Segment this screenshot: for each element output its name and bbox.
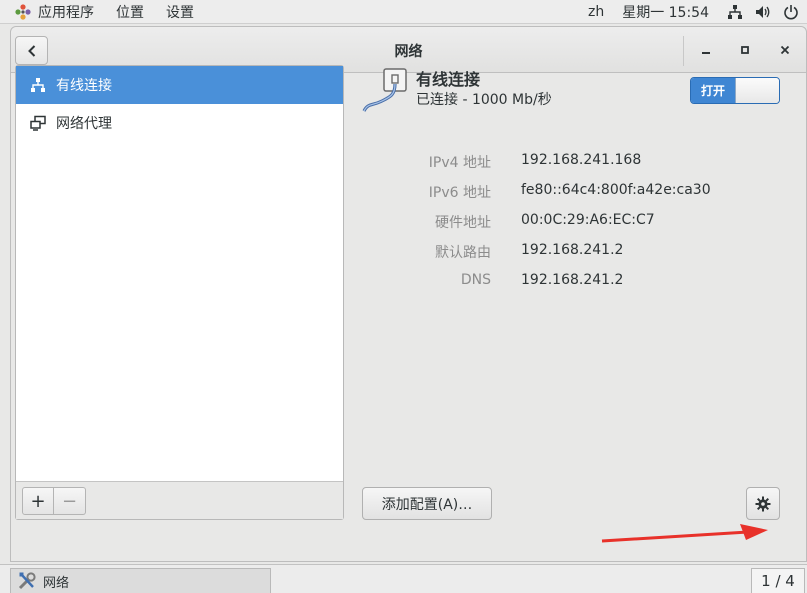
connection-settings-button[interactable] bbox=[746, 487, 780, 520]
remove-device-button[interactable]: − bbox=[54, 487, 86, 515]
property-value: 192.168.241.168 bbox=[521, 152, 642, 168]
minimize-button[interactable] bbox=[695, 39, 717, 61]
connection-title: 有线连接 bbox=[416, 70, 481, 89]
power-icon[interactable] bbox=[783, 4, 799, 20]
window-title: 网络 bbox=[394, 44, 423, 60]
header-separator bbox=[683, 36, 684, 66]
property-key: 默认路由 bbox=[435, 245, 491, 261]
places-menu[interactable]: 位置 bbox=[106, 2, 156, 22]
minimize-icon bbox=[702, 52, 710, 54]
property-value: fe80::64c4:800f:a42e:ca30 bbox=[521, 182, 711, 198]
device-list-toolbar: + − bbox=[16, 481, 343, 519]
system-tray: zh 星期一 15:54 bbox=[588, 0, 807, 24]
property-row-ipv6: IPv6 地址 fe80::64c4:800f:a42e:ca30 bbox=[380, 182, 800, 202]
window-list-bar: 网络 1 / 4 bbox=[0, 564, 807, 593]
network-device-list: 有线连接 网络代理 + − bbox=[15, 65, 344, 520]
sidebar-item-label: 网络代理 bbox=[56, 116, 112, 132]
add-device-button[interactable]: + bbox=[22, 487, 54, 515]
maximize-button[interactable] bbox=[734, 39, 756, 61]
sidebar-item-label: 有线连接 bbox=[56, 78, 112, 94]
taskbar-item-network[interactable]: 网络 bbox=[10, 568, 271, 593]
property-row-dns: DNS 192.168.241.2 bbox=[380, 272, 800, 292]
settings-tools-icon bbox=[18, 572, 36, 590]
property-value: 192.168.241.2 bbox=[521, 272, 624, 288]
volume-icon[interactable] bbox=[755, 4, 771, 20]
annotation-arrow bbox=[601, 524, 768, 543]
property-key: DNS bbox=[460, 272, 491, 288]
toggle-knob bbox=[735, 78, 779, 103]
input-method-indicator[interactable]: zh bbox=[588, 4, 604, 20]
close-button[interactable] bbox=[774, 39, 796, 61]
property-row-ipv4: IPv4 地址 192.168.241.168 bbox=[380, 152, 800, 172]
network-status-icon[interactable] bbox=[727, 4, 743, 20]
settings-menu[interactable]: 设置 bbox=[156, 2, 206, 22]
property-value: 00:0C:29:A6:EC:C7 bbox=[521, 212, 655, 228]
gear-icon bbox=[755, 496, 771, 511]
clock[interactable]: 星期一 15:54 bbox=[622, 2, 709, 22]
applications-icon[interactable] bbox=[14, 3, 32, 21]
taskbar-item-label: 网络 bbox=[43, 575, 70, 591]
connection-toggle[interactable]: 打开 bbox=[690, 77, 780, 104]
close-icon bbox=[780, 45, 790, 55]
wired-network-icon bbox=[30, 77, 46, 93]
toggle-on-label: 打开 bbox=[691, 78, 735, 103]
workspace-indicator[interactable]: 1 / 4 bbox=[751, 568, 805, 593]
sidebar-item-proxy[interactable]: 网络代理 bbox=[16, 104, 343, 142]
connection-status: 已连接 - 1000 Mb/秒 bbox=[416, 92, 552, 108]
property-value: 192.168.241.2 bbox=[521, 242, 624, 258]
top-bar: 应用程序 位置 设置 zh 星期一 15:54 bbox=[0, 0, 807, 24]
property-key: 硬件地址 bbox=[435, 215, 491, 231]
network-proxy-icon bbox=[30, 115, 46, 131]
sidebar-item-wired[interactable]: 有线连接 bbox=[16, 66, 343, 104]
property-row-route: 默认路由 192.168.241.2 bbox=[380, 242, 800, 262]
property-key: IPv6 地址 bbox=[428, 185, 491, 201]
wired-connection-icon bbox=[362, 68, 407, 112]
property-key: IPv4 地址 bbox=[428, 155, 491, 171]
maximize-icon bbox=[741, 46, 749, 54]
applications-menu[interactable]: 应用程序 bbox=[38, 2, 106, 22]
add-profile-button[interactable]: 添加配置(A)… bbox=[362, 487, 492, 520]
property-row-hardware: 硬件地址 00:0C:29:A6:EC:C7 bbox=[380, 212, 800, 232]
